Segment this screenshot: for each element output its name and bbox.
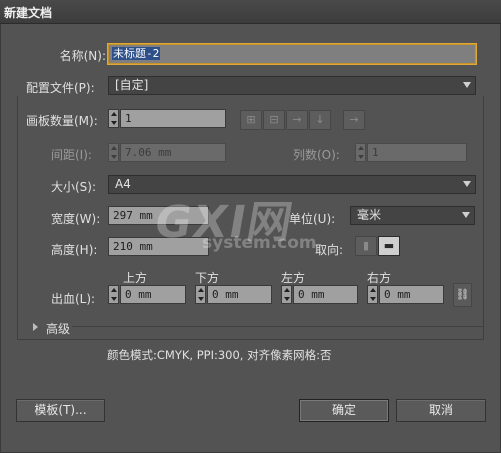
bleed-right-stepper[interactable] <box>367 285 378 304</box>
spacing-label: 间距(I): <box>51 148 92 162</box>
right-to-left-icon[interactable]: → <box>343 110 365 130</box>
grid-by-row-icon[interactable]: ⊞ <box>240 110 262 130</box>
cancel-button[interactable]: 取消 <box>396 399 486 422</box>
profile-value: [自定] <box>115 78 149 92</box>
chevron-down-icon <box>463 82 471 88</box>
bleed-label: 出血(L): <box>51 292 96 306</box>
columns-input[interactable]: 1 <box>367 143 467 162</box>
units-dropdown[interactable]: 毫米 <box>350 206 475 225</box>
chain-link-icon[interactable]: ⛓ <box>453 283 472 307</box>
bleed-bottom-input[interactable]: 0 mm <box>207 285 272 304</box>
artboards-label: 画板数量(M): <box>26 114 98 128</box>
arrange-by-column-icon[interactable]: ↓ <box>309 110 331 130</box>
bleed-right-label: 右方 <box>367 271 392 285</box>
landscape-icon[interactable]: ▬ <box>378 236 400 256</box>
advanced-divider <box>72 326 483 327</box>
height-label: 高度(H): <box>51 243 98 257</box>
units-value: 毫米 <box>357 208 382 222</box>
width-label: 宽度(W): <box>51 212 101 226</box>
columns-label: 列数(O): <box>293 148 340 162</box>
grid-by-column-icon[interactable]: ⊟ <box>263 110 285 130</box>
spacing-input[interactable]: 7.06 mm <box>120 143 226 162</box>
expand-triangle-icon[interactable] <box>33 323 38 331</box>
portrait-icon[interactable]: ▮ <box>355 236 377 256</box>
columns-stepper[interactable] <box>355 143 366 162</box>
window-title: 新建文档 <box>4 6 53 20</box>
size-label: 大小(S): <box>51 180 97 194</box>
document-name-value: 未标题-2 <box>112 47 161 60</box>
arrange-by-row-icon[interactable]: → <box>286 110 308 130</box>
bleed-top-input[interactable]: 0 mm <box>120 285 186 304</box>
size-value: A4 <box>115 177 131 191</box>
spacing-stepper[interactable] <box>108 143 119 162</box>
bleed-left-input[interactable]: 0 mm <box>293 285 358 304</box>
profile-label: 配置文件(P): <box>26 81 95 95</box>
title-bar: 新建文档 <box>0 0 501 24</box>
ok-button[interactable]: 确定 <box>299 399 389 422</box>
chevron-down-icon <box>463 181 471 187</box>
bleed-bottom-label: 下方 <box>195 271 220 285</box>
bleed-left-stepper[interactable] <box>281 285 292 304</box>
orientation-label: 取向: <box>315 243 344 257</box>
bleed-bottom-stepper[interactable] <box>195 285 206 304</box>
name-label: 名称(N): <box>59 49 106 63</box>
profile-dropdown[interactable]: [自定] <box>108 76 476 95</box>
document-summary: 颜色模式:CMYK, PPI:300, 对齐像素网格:否 <box>107 348 332 362</box>
chevron-down-icon <box>462 212 470 218</box>
bleed-right-input[interactable]: 0 mm <box>379 285 444 304</box>
document-name-input[interactable]: 未标题-2 <box>108 44 476 64</box>
artboards-input[interactable]: 1 <box>120 109 226 128</box>
advanced-label[interactable]: 高级 <box>46 320 70 337</box>
bleed-left-label: 左方 <box>281 271 306 285</box>
artboards-stepper[interactable] <box>108 109 119 128</box>
width-input[interactable]: 297 mm <box>108 206 209 225</box>
bleed-top-label: 上方 <box>123 271 148 285</box>
units-label: 单位(U): <box>289 212 336 226</box>
height-input[interactable]: 210 mm <box>108 237 209 256</box>
size-dropdown[interactable]: A4 <box>108 175 476 194</box>
bleed-top-stepper[interactable] <box>108 285 119 304</box>
templates-button[interactable]: 模板(T)... <box>16 399 105 422</box>
